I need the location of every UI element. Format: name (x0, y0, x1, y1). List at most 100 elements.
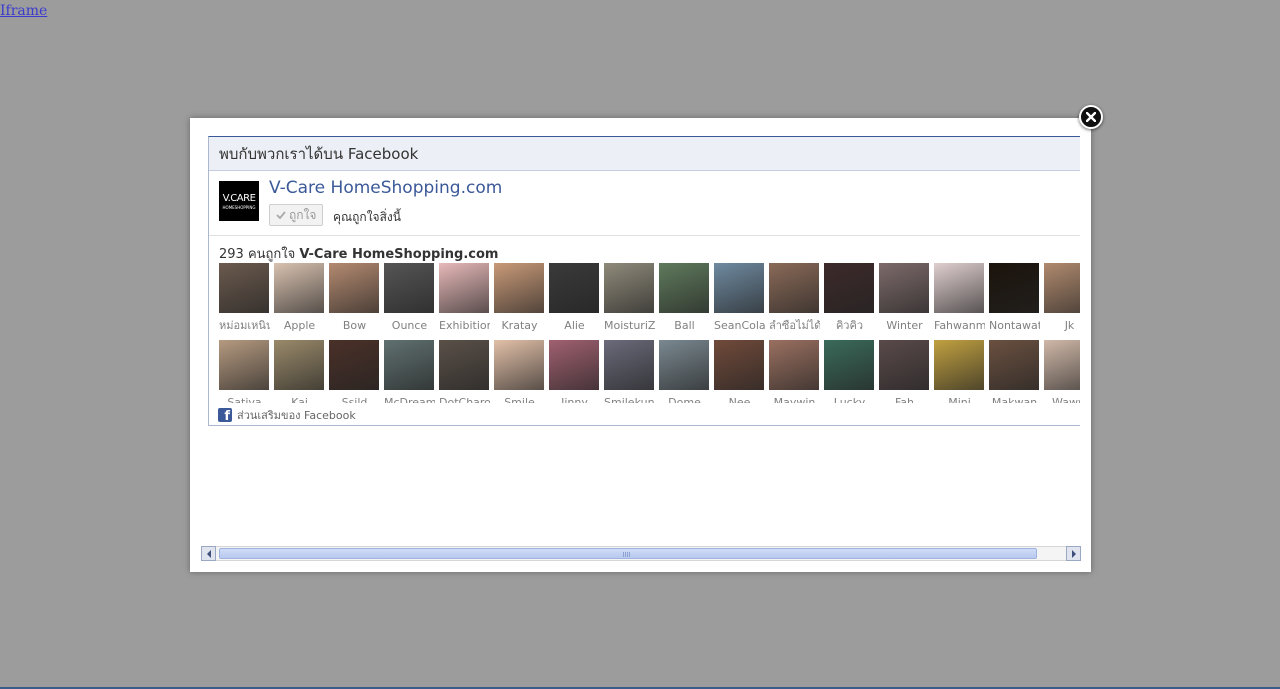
friend-face[interactable]: SeanColato (714, 263, 765, 333)
friend-avatar[interactable] (494, 340, 544, 390)
friend-name[interactable]: Jinny (549, 396, 600, 403)
friend-face[interactable]: MoisturiZin (604, 263, 655, 333)
horizontal-scrollbar[interactable] (201, 546, 1081, 561)
friend-name[interactable]: Kai (274, 396, 325, 403)
friend-name[interactable]: Bow (329, 319, 380, 333)
friend-name[interactable]: Smile (494, 396, 545, 403)
scroll-left-button[interactable] (201, 546, 216, 561)
friend-avatar[interactable] (934, 340, 984, 390)
friend-face[interactable]: Fah (879, 340, 930, 403)
friend-face[interactable]: Kai (274, 340, 325, 403)
friend-name[interactable]: MoisturiZin (604, 319, 655, 333)
friend-face[interactable]: Winter (879, 263, 930, 333)
friend-name[interactable]: Nee (714, 396, 765, 403)
friend-name[interactable]: Alie (549, 319, 600, 333)
friend-avatar[interactable] (274, 340, 324, 390)
page-name-link[interactable]: V-Care HomeShopping.com (269, 178, 502, 198)
friend-face[interactable]: หม่อมเหนิน (219, 263, 270, 333)
friend-name[interactable]: Jk (1044, 319, 1080, 333)
friend-name[interactable]: Dome (659, 396, 710, 403)
friend-name[interactable]: Apple (274, 319, 325, 333)
friend-face[interactable]: Fahwanmai (934, 263, 985, 333)
friend-avatar[interactable] (824, 263, 874, 313)
scroll-thumb[interactable] (219, 548, 1037, 559)
friend-name[interactable]: Ball (659, 319, 710, 333)
friend-name[interactable]: คิวคิว (824, 319, 875, 333)
friend-face[interactable]: Ounce (384, 263, 435, 333)
friend-avatar[interactable] (714, 340, 764, 390)
friend-name[interactable]: Nontawat (989, 319, 1040, 333)
friend-face[interactable]: Smile (494, 340, 545, 403)
friend-avatar[interactable] (604, 263, 654, 313)
friend-avatar[interactable] (604, 340, 654, 390)
friend-name[interactable]: Ssild (329, 396, 380, 403)
friend-face[interactable]: Sativa (219, 340, 270, 403)
friend-name[interactable]: Smilekung (604, 396, 655, 403)
friend-avatar[interactable] (659, 263, 709, 313)
friend-name[interactable]: Sativa (219, 396, 270, 403)
friend-avatar[interactable] (219, 340, 269, 390)
friend-name[interactable]: McDream (384, 396, 435, 403)
friend-face[interactable]: Smilekung (604, 340, 655, 403)
friend-avatar[interactable] (1044, 340, 1080, 390)
friend-face[interactable]: DotCharo (439, 340, 490, 403)
friend-face[interactable]: Nontawat (989, 263, 1040, 333)
friend-name[interactable]: Exhibition (439, 319, 490, 333)
friend-name[interactable]: Ounce (384, 319, 435, 333)
friend-name[interactable]: Makwan (989, 396, 1040, 403)
friend-face[interactable]: Nee (714, 340, 765, 403)
friend-avatar[interactable] (329, 340, 379, 390)
like-button[interactable]: ถูกใจ (269, 204, 324, 226)
friend-avatar[interactable] (384, 263, 434, 313)
friend-avatar[interactable] (329, 263, 379, 313)
friend-avatar[interactable] (1044, 263, 1080, 313)
scroll-right-button[interactable] (1066, 546, 1081, 561)
friend-avatar[interactable] (714, 263, 764, 313)
friend-avatar[interactable] (219, 263, 269, 313)
friend-face[interactable]: Jk (1044, 263, 1080, 333)
friend-face[interactable]: คิวคิว (824, 263, 875, 333)
footer-text[interactable]: ส่วนเสริมของ Facebook (237, 406, 356, 424)
friend-face[interactable]: Jinny (549, 340, 600, 403)
friend-name[interactable]: Fah (879, 396, 930, 403)
friend-name[interactable]: Waww (1044, 396, 1080, 403)
friend-avatar[interactable] (439, 340, 489, 390)
friend-name[interactable]: Lucky (824, 396, 875, 403)
friend-avatar[interactable] (824, 340, 874, 390)
friend-avatar[interactable] (439, 263, 489, 313)
friend-name[interactable]: Winter (879, 319, 930, 333)
friend-face[interactable]: ลำซื่อไม่ได้ (769, 263, 820, 333)
friend-face[interactable]: Bow (329, 263, 380, 333)
friend-avatar[interactable] (384, 340, 434, 390)
friend-face[interactable]: Dome (659, 340, 710, 403)
friend-name[interactable]: DotCharo (439, 396, 490, 403)
friend-face[interactable]: Makwan (989, 340, 1040, 403)
friend-face[interactable]: Alie (549, 263, 600, 333)
friend-face[interactable]: Kratay (494, 263, 545, 333)
page-logo[interactable]: V.CARE HOMESHOPPING (219, 181, 259, 221)
friend-avatar[interactable] (769, 263, 819, 313)
friend-avatar[interactable] (934, 263, 984, 313)
friend-name[interactable]: Mini (934, 396, 985, 403)
friend-face[interactable]: Apple (274, 263, 325, 333)
friend-face[interactable]: Exhibition (439, 263, 490, 333)
friend-face[interactable]: Maywin (769, 340, 820, 403)
close-button[interactable] (1079, 105, 1103, 129)
friend-avatar[interactable] (659, 340, 709, 390)
friend-name[interactable]: Kratay (494, 319, 545, 333)
friend-avatar[interactable] (549, 340, 599, 390)
friend-name[interactable]: หม่อมเหนิน (219, 319, 270, 333)
friend-name[interactable]: Maywin (769, 396, 820, 403)
friend-avatar[interactable] (989, 340, 1039, 390)
friend-avatar[interactable] (879, 263, 929, 313)
friend-name[interactable]: SeanColato (714, 319, 765, 333)
friend-avatar[interactable] (274, 263, 324, 313)
friend-face[interactable]: Mini (934, 340, 985, 403)
friend-face[interactable]: Ssild (329, 340, 380, 403)
friend-avatar[interactable] (989, 263, 1039, 313)
friend-face[interactable]: Waww (1044, 340, 1080, 403)
iframe-link[interactable]: Iframe (0, 3, 47, 19)
friend-face[interactable]: McDream (384, 340, 435, 403)
friend-avatar[interactable] (549, 263, 599, 313)
friend-avatar[interactable] (769, 340, 819, 390)
